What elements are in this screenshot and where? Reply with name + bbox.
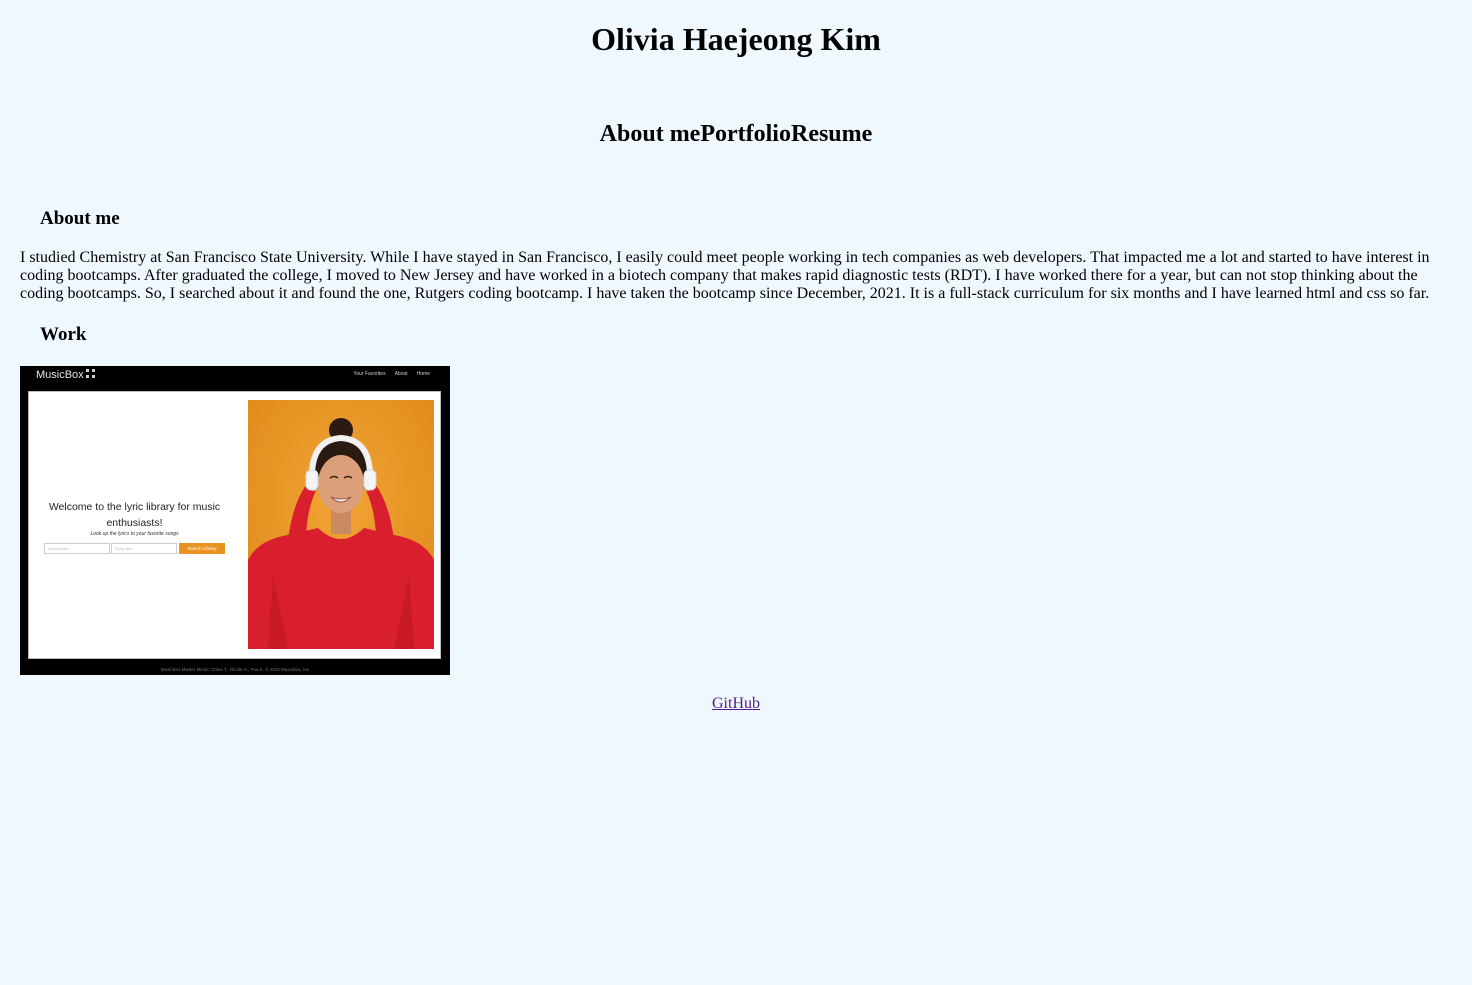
musicbox-welcome-text: Welcome to the lyric library for music e…	[48, 501, 221, 529]
musicbox-nav-favorites: Your Favorites	[353, 371, 386, 377]
musicbox-subtext: Look up the lyrics to your favorite song…	[90, 531, 179, 537]
musicbox-footer: MusicBox Master Minds: Chloe T., Nicole …	[160, 667, 310, 672]
musicbox-nav-about: About	[394, 371, 408, 377]
work-heading: Work	[40, 324, 87, 345]
main-nav: About mePortfolioResume	[0, 118, 1472, 150]
musicbox-search-button: Search Library	[179, 543, 225, 554]
page-title: Olivia Haejeong Kim	[591, 21, 881, 57]
musicbox-project-screenshot[interactable]: MusicBox Your Favorites About Home Welcome…	[20, 366, 450, 675]
nav-link-portfolio[interactable]: Portfolio	[700, 121, 791, 147]
musicbox-logo: MusicBox	[36, 369, 84, 381]
musicbox-hero-photo	[248, 400, 434, 649]
github-link-container: GitHub	[0, 694, 1472, 714]
nav-link-about-me[interactable]: About me	[600, 121, 701, 147]
musicbox-nav: Your Favorites About Home	[345, 371, 430, 377]
musicbox-logo-icon	[86, 369, 95, 378]
musicbox-song-field: Song title...	[111, 543, 177, 554]
musicbox-artist-field: Artist name...	[44, 543, 110, 554]
github-link[interactable]: GitHub	[712, 695, 760, 712]
nav-link-resume[interactable]: Resume	[791, 121, 872, 147]
musicbox-nav-home: Home	[416, 371, 430, 377]
musicbox-hero-card: Welcome to the lyric library for music e…	[28, 391, 441, 659]
about-paragraph: I studied Chemistry at San Francisco Sta…	[20, 249, 1430, 302]
woman-with-headphones-illustration	[248, 400, 434, 649]
about-heading: About me	[40, 208, 120, 229]
